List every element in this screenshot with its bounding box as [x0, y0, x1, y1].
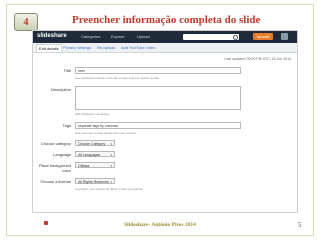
tags-input[interactable]: separate tags by commas — [75, 122, 241, 129]
background-value: Ottawa — [78, 163, 90, 168]
background-label: Place background color — [38, 163, 71, 173]
license-select[interactable]: All Rights Reserved ▾ — [75, 178, 115, 184]
saved-status: Last updated: 00:00 PM UTC, 15 Jun 2014 — [224, 57, 291, 61]
search-icon[interactable] — [233, 35, 238, 40]
nav-explore[interactable]: Explore — [111, 34, 125, 39]
tab-privacy-settings[interactable]: Privacy settings — [63, 45, 91, 50]
slide-title: Preencher informação completa do slide — [72, 14, 261, 26]
language-select[interactable]: All Languages ▾ — [75, 151, 115, 157]
category-label: Choose category — [40, 141, 71, 146]
license-help: Copyright: you reserve all rights to fil… — [75, 187, 143, 191]
chevron-down-icon: ▾ — [110, 142, 112, 146]
license-label: Choose a license — [40, 179, 71, 184]
slideshare-screenshot: slideshare Categories Explore Upload Upl… — [32, 30, 298, 213]
background-select[interactable]: Ottawa ▾ — [75, 162, 115, 168]
title-label: Title — [63, 68, 71, 73]
nav-upload[interactable]: Upload — [137, 34, 150, 39]
edit-tabs: Edit details Privacy settings Re-upload … — [33, 43, 297, 53]
avatar[interactable] — [281, 33, 288, 40]
language-value: All Languages — [78, 152, 101, 157]
language-label: Language — [53, 152, 71, 157]
tags-label: Tags — [62, 123, 71, 128]
slide-footer: Slideshare- António Pires 2014 — [124, 222, 196, 228]
description-label: Description — [50, 87, 71, 92]
tab-re-upload[interactable]: Re-upload — [97, 45, 115, 50]
description-help: 300 characters remaining — [75, 112, 109, 116]
upload-button[interactable]: Upload — [253, 33, 273, 40]
title-help: Use descriptive words in the title to he… — [75, 76, 160, 80]
site-topbar: slideshare Categories Explore Upload Upl… — [33, 31, 297, 43]
chevron-down-icon: ▾ — [110, 153, 112, 157]
category-value: Choose Category — [78, 141, 106, 146]
nav-categories[interactable]: Categories — [81, 34, 100, 39]
tab-add-youtube-video[interactable]: Add YouTube video — [121, 45, 156, 50]
license-value: All Rights Reserved — [78, 179, 109, 184]
tab-edit-details[interactable]: Edit details — [36, 44, 62, 52]
page-number: 5 — [298, 221, 302, 229]
step-badge: 4 — [14, 13, 38, 31]
tags-help: Use new tags to help people find your co… — [75, 131, 136, 135]
title-input[interactable]: xxxx — [75, 67, 241, 74]
category-select[interactable]: Choose Category ▾ — [75, 140, 115, 146]
slideshare-logo[interactable]: slideshare — [37, 33, 67, 39]
search-input[interactable] — [183, 34, 239, 40]
chevron-down-icon: ▾ — [110, 180, 112, 184]
description-textarea[interactable] — [75, 86, 241, 110]
chevron-down-icon: ▾ — [110, 164, 112, 168]
